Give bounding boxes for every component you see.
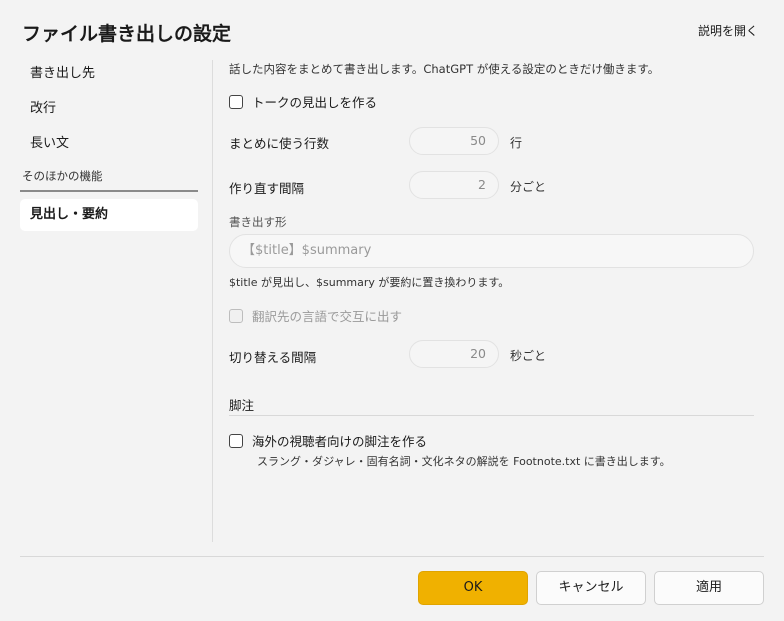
- footnote-checkbox[interactable]: [229, 433, 243, 448]
- footnote-hint: スラング・ダジャレ・固有名詞・文化ネタの解説を Footnote.txt に書き…: [257, 455, 671, 468]
- regen-interval-input[interactable]: 2: [409, 171, 499, 199]
- switch-interval-input[interactable]: 20: [409, 340, 499, 368]
- summary-lines-label: まとめに使う行数: [229, 136, 330, 151]
- output-format-input[interactable]: 【$title】$summary: [229, 234, 754, 268]
- sidebar-nav: 書き出し先 改行 長い文 そのほかの機能 見出し・要約: [20, 58, 198, 234]
- alternate-language-row[interactable]: 翻訳先の言語で交互に出す: [229, 306, 402, 325]
- talk-heading-checkbox[interactable]: [229, 94, 243, 109]
- talk-heading-label: トークの見出しを作る: [252, 95, 378, 110]
- help-link[interactable]: 説明を開く: [698, 22, 758, 39]
- switch-interval-label: 切り替える間隔: [229, 350, 317, 365]
- talk-heading-row[interactable]: トークの見出しを作る: [229, 92, 377, 111]
- ok-button[interactable]: OK: [418, 571, 528, 605]
- dialog-title: ファイル書き出しの設定: [22, 23, 232, 45]
- apply-button[interactable]: 適用: [654, 571, 764, 605]
- footer-divider: [20, 556, 764, 557]
- sidebar-item-line-break[interactable]: 改行: [20, 93, 198, 125]
- regen-interval-unit: 分ごと: [510, 180, 547, 194]
- summary-lines-unit: 行: [510, 136, 523, 150]
- footnote-section-divider: [229, 415, 754, 416]
- cancel-button[interactable]: キャンセル: [536, 571, 646, 605]
- alternate-language-checkbox[interactable]: [229, 308, 243, 323]
- alternate-language-label: 翻訳先の言語で交互に出す: [252, 309, 403, 324]
- footnote-row[interactable]: 海外の視聴者向けの脚注を作る: [229, 431, 427, 450]
- sidebar-item-output-destination[interactable]: 書き出し先: [20, 58, 198, 90]
- panel-description: 話した内容をまとめて書き出します。ChatGPT が使える設定のときだけ働きます…: [229, 62, 660, 76]
- format-hint: $title が見出し、$summary が要約に置き換わります。: [229, 276, 510, 289]
- regen-interval-label: 作り直す間隔: [229, 181, 305, 196]
- output-format-label: 書き出す形: [229, 215, 287, 229]
- footnote-label: 海外の視聴者向けの脚注を作る: [252, 434, 428, 449]
- summary-lines-input[interactable]: 50: [409, 127, 499, 155]
- vertical-divider: [212, 60, 213, 542]
- sidebar-item-long-text[interactable]: 長い文: [20, 128, 198, 160]
- switch-interval-unit: 秒ごと: [510, 349, 547, 363]
- sidebar-item-heading-summary[interactable]: 見出し・要約: [20, 199, 198, 231]
- footnote-section-title: 脚注: [229, 398, 255, 413]
- sidebar-section-header: そのほかの機能: [20, 168, 198, 192]
